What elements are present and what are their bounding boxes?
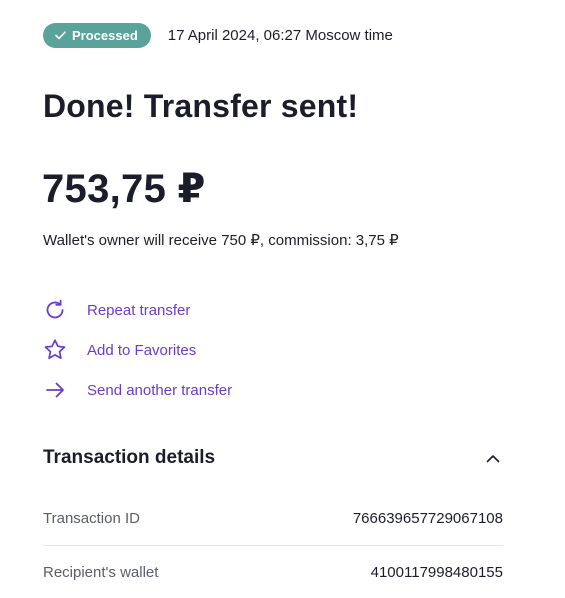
status-badge: Processed bbox=[43, 23, 151, 48]
transfer-amount: 753,75 ₽ bbox=[42, 167, 206, 211]
timestamp: 17 April 2024, 06:27 Moscow time bbox=[167, 27, 393, 44]
commission-note: Wallet's owner will receive 750 ₽, commi… bbox=[43, 232, 399, 249]
detail-row-recipient-wallet: Recipient's wallet 4100117998480155 bbox=[43, 545, 503, 598]
transaction-details-header[interactable]: Transaction details bbox=[43, 447, 503, 469]
status-badge-label: Processed bbox=[72, 28, 138, 43]
detail-label: Recipient's wallet bbox=[43, 563, 159, 581]
detail-value: 4100117998480155 bbox=[370, 563, 503, 581]
actions-list: Repeat transfer Add to Favorites Send an… bbox=[42, 290, 232, 410]
detail-label: Transaction ID bbox=[43, 510, 140, 527]
detail-value: 766639657729067108 bbox=[352, 510, 503, 527]
page-title: Done! Transfer sent! bbox=[43, 88, 359, 124]
arrow-right-icon bbox=[42, 377, 68, 403]
send-another-transfer-button[interactable]: Send another transfer bbox=[42, 370, 232, 410]
chevron-up-icon[interactable] bbox=[483, 448, 503, 468]
transfer-success-page: Processed 17 April 2024, 06:27 Moscow ti… bbox=[0, 0, 565, 598]
add-to-favorites-button[interactable]: Add to Favorites bbox=[42, 330, 232, 370]
star-icon bbox=[42, 337, 68, 363]
detail-row-transaction-id: Transaction ID 766639657729067108 bbox=[43, 492, 503, 545]
status-row: Processed 17 April 2024, 06:27 Moscow ti… bbox=[43, 23, 393, 48]
repeat-transfer-button[interactable]: Repeat transfer bbox=[42, 290, 232, 330]
repeat-icon bbox=[42, 297, 68, 323]
repeat-transfer-label: Repeat transfer bbox=[87, 301, 191, 319]
send-another-transfer-label: Send another transfer bbox=[87, 381, 233, 399]
transaction-details-list: Transaction ID 766639657729067108 Recipi… bbox=[43, 492, 503, 598]
section-title: Transaction details bbox=[43, 447, 216, 468]
check-icon bbox=[55, 31, 66, 40]
add-to-favorites-label: Add to Favorites bbox=[87, 341, 197, 359]
